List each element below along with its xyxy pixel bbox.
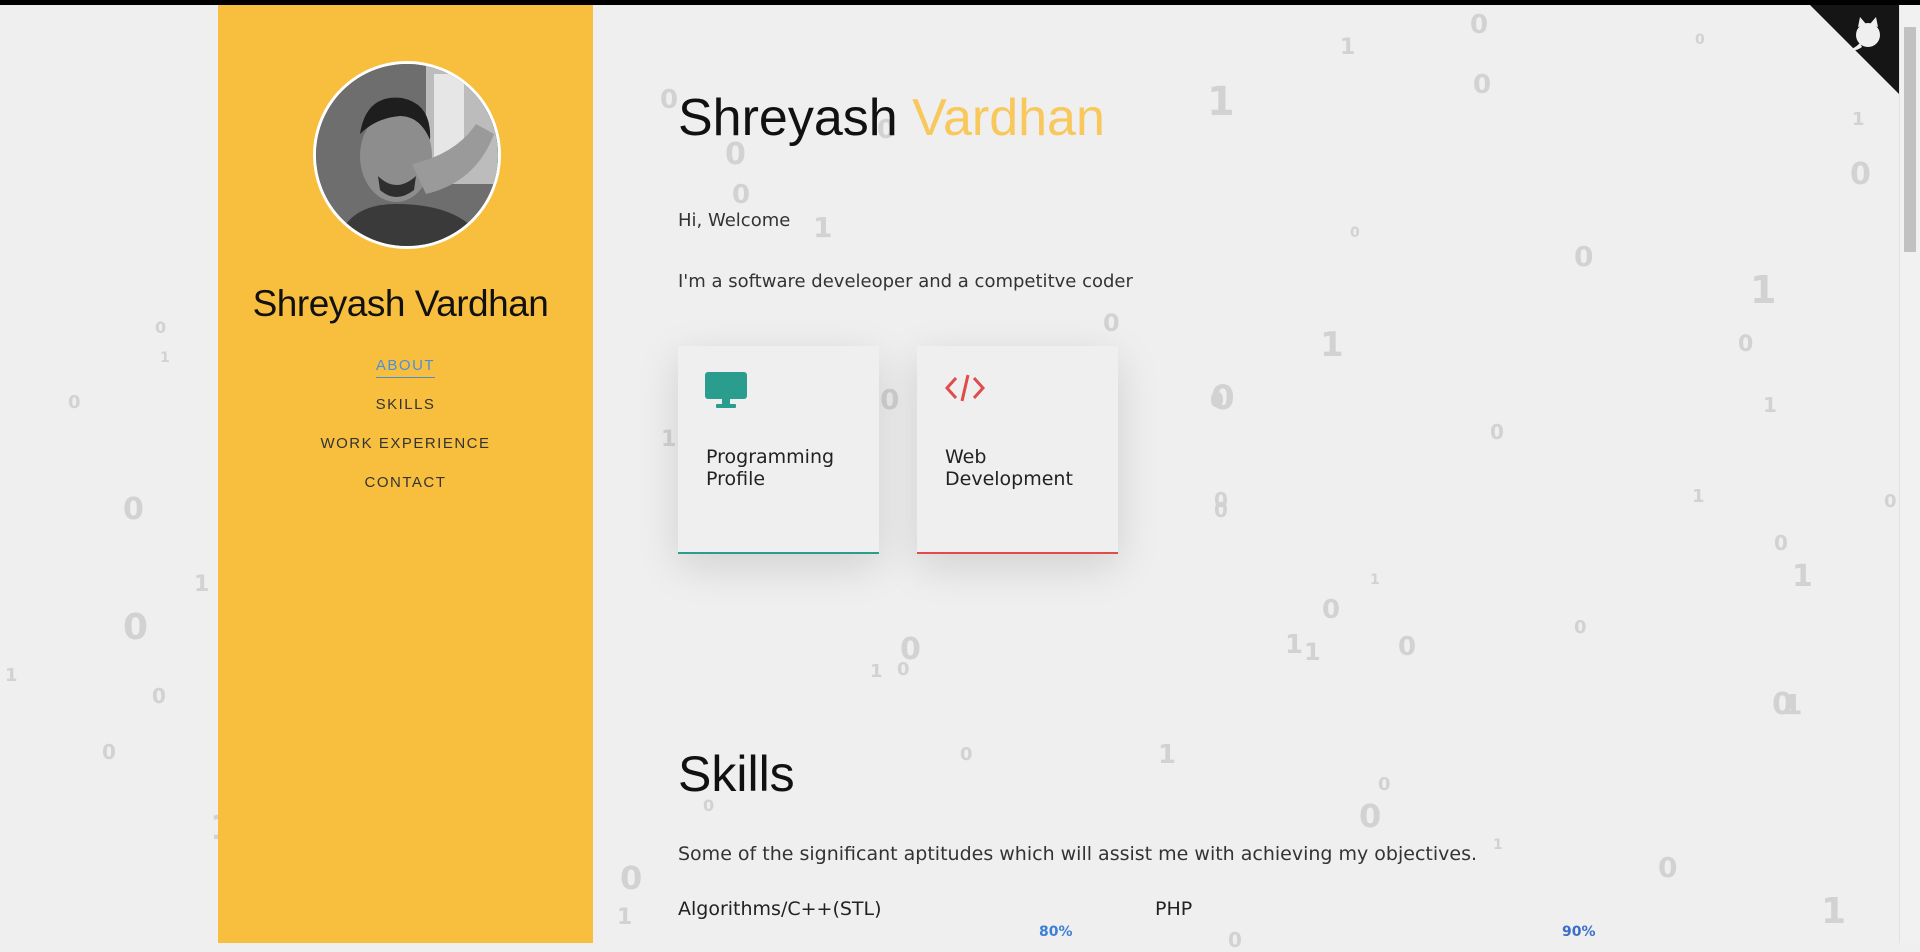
programming-profile-card-title: Programming Profile — [706, 446, 835, 490]
github-corner-link[interactable] — [1810, 5, 1900, 95]
binary-digit: 1 — [160, 350, 170, 366]
scrollbar-thumb[interactable] — [1904, 27, 1916, 252]
intro-text: I'm a software develeoper and a competit… — [678, 271, 1133, 292]
binary-digit: 0 — [102, 740, 116, 764]
skill-percent: 90% — [1562, 924, 1596, 940]
programming-profile-card[interactable]: Programming Profile — [678, 346, 879, 554]
greeting-text: Hi, Welcome — [678, 210, 791, 231]
skill-percent: 80% — [1039, 924, 1073, 940]
window-top-border — [0, 0, 1920, 5]
binary-digit: 1 — [194, 572, 210, 597]
nav-item-work-experience[interactable]: WORK EXPERIENCE — [218, 429, 593, 468]
profile-avatar — [313, 61, 501, 249]
binary-digit: 1 — [5, 665, 18, 686]
github-octocat-icon — [1810, 5, 1900, 95]
binary-digit: 0 — [155, 318, 167, 337]
sidebar-name: Shreyash Vardhan — [252, 283, 549, 324]
sidebar: Shreyash Vardhan ABOUT SKILLS WORK EXPER… — [218, 5, 593, 943]
skill-name: Algorithms/C++(STL) — [678, 898, 882, 920]
avatar-photo-icon — [316, 64, 498, 246]
skills-heading: Skills — [678, 746, 795, 802]
binary-digit: 0 — [68, 392, 81, 413]
monitor-icon — [705, 372, 747, 408]
page-scrollbar[interactable] — [1899, 5, 1920, 943]
skill-name: PHP — [1155, 898, 1193, 920]
skills-description: Some of the significant aptitudes which … — [678, 843, 1478, 865]
main-content: Shreyash Vardhan Hi, Welcome I'm a softw… — [593, 5, 1893, 943]
nav-item-contact[interactable]: CONTACT — [218, 468, 593, 507]
nav-item-work-experience-label: WORK EXPERIENCE — [320, 435, 491, 452]
title-first-name: Shreyash — [678, 89, 898, 147]
nav-item-skills[interactable]: SKILLS — [218, 390, 593, 429]
nav-item-skills-label: SKILLS — [375, 396, 436, 413]
nav-item-about[interactable]: ABOUT — [218, 351, 593, 390]
web-development-card-title: Web Development — [945, 446, 1073, 490]
page-title: Shreyash Vardhan — [678, 88, 1105, 148]
web-development-card[interactable]: Web Development — [917, 346, 1118, 554]
title-last-name: Vardhan — [912, 89, 1105, 147]
binary-digit: 0 — [123, 607, 149, 648]
binary-digit: 0 — [152, 684, 166, 708]
code-icon — [944, 374, 986, 402]
nav-item-contact-label: CONTACT — [364, 474, 447, 491]
binary-digit: 0 — [123, 492, 144, 527]
nav-item-about-label: ABOUT — [375, 355, 436, 378]
sidebar-nav: ABOUT SKILLS WORK EXPERIENCE CONTACT — [218, 351, 593, 507]
